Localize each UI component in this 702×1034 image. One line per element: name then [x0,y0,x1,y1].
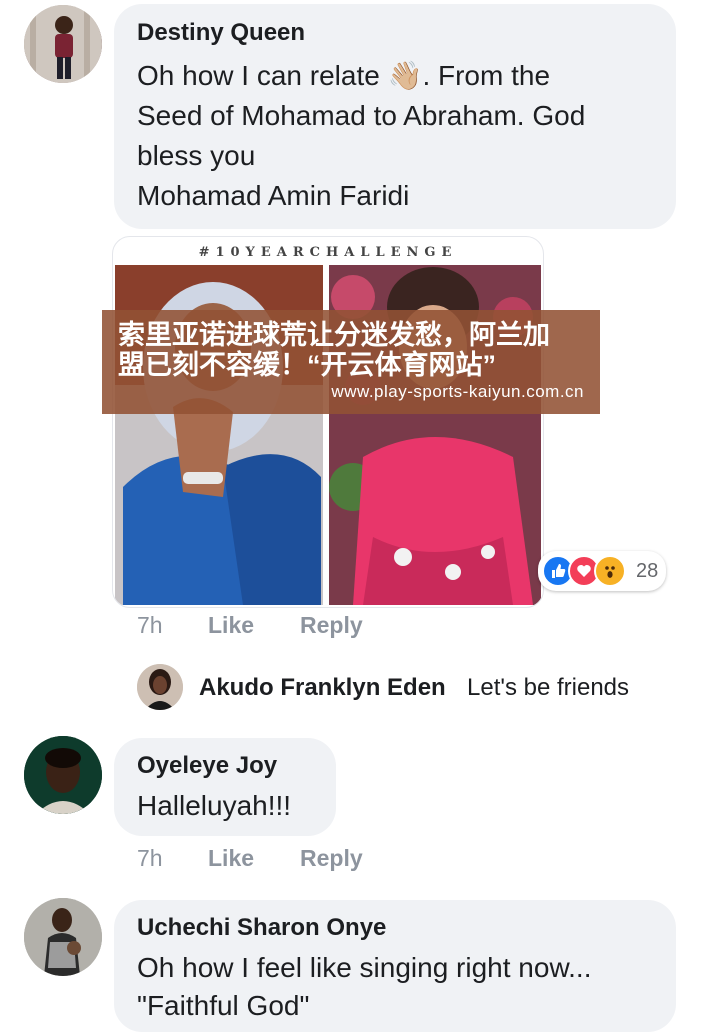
avatar-destiny-queen[interactable] [24,5,102,83]
overlay-text-line: 索里亚诺进球荒让分迷发愁，阿兰加 [118,320,550,350]
comment-author[interactable]: Uchechi Sharon Onye [137,914,386,942]
overlay-url: www.play-sports-kaiyun.com.cn [331,382,584,401]
reply-button[interactable]: Reply [300,845,363,872]
wow-face-icon [594,555,626,587]
comment-text-line: Oh how I feel like singing right now... [137,952,592,983]
comment-text-line: bless you [137,140,256,171]
comment-text-line: Mohamad Amin Faridi [137,180,410,211]
overlay-text-line: 盟已刻不容缓！“开云体育网站” [118,350,496,380]
comment-timestamp[interactable]: 7h [137,845,163,872]
comment-timestamp[interactable]: 7h [137,612,163,639]
reply-button[interactable]: Reply [300,612,363,639]
reply-author[interactable]: Akudo Franklyn Eden [199,674,446,702]
photo-collage [115,265,541,605]
promo-overlay-banner: 索里亚诺进球荒让分迷发愁，阿兰加 盟已刻不容缓！“开云体育网站” www.pla… [102,310,600,414]
reply-text: Let's be friends [467,674,630,701]
avatar-uchechi-sharon-onye[interactable] [24,898,102,976]
comment-text-line: Oh how I can relate 👋🏼. From the [137,60,551,91]
like-button[interactable]: Like [208,612,254,639]
avatar-akudo-franklyn-eden[interactable] [137,664,183,710]
like-button[interactable]: Like [208,845,254,872]
comment-photo[interactable]: #10YEARCHALLENGE [112,236,544,608]
comment-text: Halleluyah!!! [137,790,292,821]
comment-text-line: "Faithful God" [137,990,310,1021]
reactions-summary[interactable]: 28 [538,551,667,591]
comment-author[interactable]: Destiny Queen [137,19,305,47]
comment-text-line: Seed of Mohamad to Abraham. God [137,100,586,131]
reaction-count: 28 [636,559,659,582]
comment-author[interactable]: Oyeleye Joy [137,752,277,780]
avatar-oyeleye-joy[interactable] [24,736,102,814]
